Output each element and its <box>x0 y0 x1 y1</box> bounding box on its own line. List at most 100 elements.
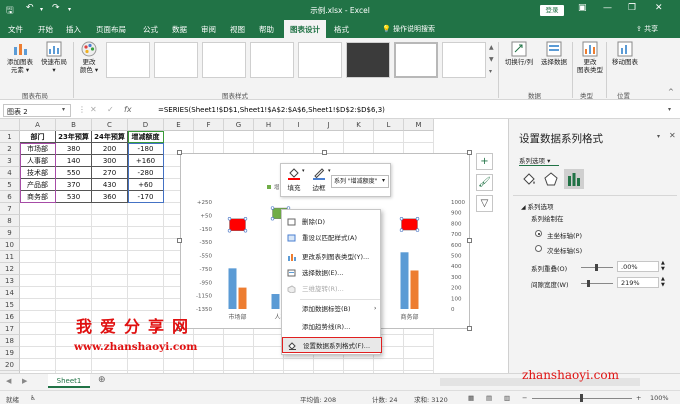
row-header[interactable]: 5 <box>0 179 20 191</box>
minimize-icon[interactable]: — <box>603 3 612 13</box>
gallery-scroll-down-icon[interactable]: ▼ <box>489 56 494 63</box>
insert-function-icon[interactable]: fx <box>124 105 132 114</box>
menu-item-format-data-series[interactable]: 设置数据系列格式(F)... <box>282 337 382 353</box>
column-header[interactable]: J <box>314 119 344 131</box>
chart-resize-handle[interactable] <box>177 238 182 243</box>
grid-cell[interactable] <box>128 239 164 251</box>
table-cell[interactable]: 270 <box>92 167 128 179</box>
menu-item-add-data-labels[interactable]: 添加数据标签(B) › <box>282 301 382 317</box>
gap-spin-down-icon[interactable]: ▼ <box>661 282 665 288</box>
add-chart-element-button[interactable]: 添加图表 元素 ▾ <box>3 41 37 74</box>
formula-input[interactable] <box>158 106 658 114</box>
left-axis-tick-label[interactable]: -150 <box>200 227 213 233</box>
share-button[interactable]: ⇪ 共享 <box>636 24 658 34</box>
left-axis-tick-label[interactable]: +250 <box>197 200 213 206</box>
customize-toolbar-icon[interactable]: ▾ <box>68 6 71 13</box>
row-header[interactable]: 12 <box>0 263 20 275</box>
chart-style-7[interactable] <box>394 42 438 78</box>
grid-cell[interactable] <box>404 347 434 359</box>
category-label[interactable]: 商务部 <box>400 313 418 321</box>
table-cell[interactable]: 360 <box>92 191 128 203</box>
series-overlap-input[interactable]: .00% <box>617 261 659 272</box>
series-selection-handle[interactable] <box>227 229 232 233</box>
grid-cell[interactable] <box>92 263 128 275</box>
bar-24-budget[interactable] <box>410 270 419 309</box>
table-cell[interactable]: -170 <box>128 191 164 203</box>
table-header-cell[interactable]: 增减额度 <box>128 131 164 143</box>
chart-resize-handle[interactable] <box>322 150 327 155</box>
tab-home[interactable]: 开始 <box>38 24 53 35</box>
row-header[interactable]: 13 <box>0 275 20 287</box>
fill-line-icon[interactable] <box>521 171 537 187</box>
tab-file[interactable]: 文件 <box>8 24 23 35</box>
grid-cell[interactable] <box>344 359 374 371</box>
right-axis-tick-label[interactable]: 1000 <box>451 200 465 206</box>
grid-cell[interactable] <box>194 347 224 359</box>
series-selector-arrow-icon[interactable]: ▾ <box>382 177 385 184</box>
tab-data[interactable]: 数据 <box>172 24 187 35</box>
row-header[interactable]: 14 <box>0 287 20 299</box>
grid-cell[interactable] <box>128 299 164 311</box>
close-icon[interactable]: ✕ <box>655 3 663 13</box>
add-sheet-icon[interactable]: ⊕ <box>98 375 106 385</box>
bar-24-budget[interactable] <box>238 287 247 309</box>
chart-style-3[interactable] <box>202 42 246 78</box>
right-axis-tick-label[interactable]: 100 <box>451 296 462 302</box>
column-header[interactable]: D <box>128 119 164 131</box>
name-box[interactable]: 图表 2 <box>3 104 71 117</box>
fill-button[interactable]: 填充 <box>284 166 304 192</box>
grid-cell[interactable] <box>314 359 344 371</box>
gap-width-slider-thumb[interactable] <box>587 280 590 287</box>
row-header[interactable]: 7 <box>0 203 20 215</box>
grid-cell[interactable] <box>254 131 284 143</box>
enter-icon[interactable]: ✓ <box>107 105 114 114</box>
row-header[interactable]: 15 <box>0 299 20 311</box>
gallery-scroll-up-icon[interactable]: ▲ <box>489 44 494 51</box>
series-selection-handle[interactable] <box>415 228 420 232</box>
table-cell[interactable]: 商务部 <box>20 191 56 203</box>
row-header[interactable]: 9 <box>0 227 20 239</box>
grid-cell[interactable] <box>254 347 284 359</box>
cancel-icon[interactable]: ✕ <box>90 105 97 114</box>
select-all-corner[interactable] <box>0 119 20 131</box>
legend-marker[interactable] <box>267 185 271 189</box>
table-cell[interactable]: 200 <box>92 143 128 155</box>
left-axis-tick-label[interactable]: +50 <box>200 213 212 219</box>
grid-cell[interactable] <box>128 287 164 299</box>
chart-styles-button[interactable]: 🖌 <box>476 174 493 191</box>
grid-cell[interactable] <box>164 359 194 371</box>
row-header[interactable]: 10 <box>0 239 20 251</box>
column-header[interactable]: L <box>374 119 404 131</box>
grid-cell[interactable] <box>374 131 404 143</box>
chart-style-2[interactable] <box>154 42 198 78</box>
bar-23-budget[interactable] <box>400 252 409 309</box>
secondary-axis-radio[interactable] <box>535 245 542 252</box>
menu-item-add-trendline[interactable]: 添加趋势线(R)... <box>282 319 382 335</box>
right-axis-tick-label[interactable]: 300 <box>451 275 462 281</box>
grid-cell[interactable] <box>254 335 284 347</box>
series-selection-handle[interactable] <box>399 217 404 221</box>
series-overlap-slider-thumb[interactable] <box>595 264 598 271</box>
grid-cell[interactable] <box>56 215 92 227</box>
menu-item-select-data[interactable]: 选择数据(E)... <box>282 265 382 281</box>
chart-resize-handle[interactable] <box>467 238 472 243</box>
tell-me-search[interactable]: 💡 操作说明搜索 <box>382 24 435 34</box>
table-cell[interactable]: 市场部 <box>20 143 56 155</box>
login-button[interactable]: 登录 <box>540 5 564 16</box>
grid-cell[interactable] <box>56 227 92 239</box>
legend-label[interactable]: 增 <box>274 183 280 191</box>
row-header[interactable]: 16 <box>0 311 20 323</box>
ribbon-display-icon[interactable]: ▣ <box>578 3 587 13</box>
grid-cell[interactable] <box>254 359 284 371</box>
grid-cell[interactable] <box>56 251 92 263</box>
series-selection-handle[interactable] <box>415 217 420 221</box>
left-axis-tick-label[interactable]: -1350 <box>196 307 212 313</box>
table-cell[interactable]: -280 <box>128 167 164 179</box>
chart-style-1[interactable] <box>106 42 150 78</box>
tab-help[interactable]: 帮助 <box>259 24 274 35</box>
right-axis-tick-label[interactable]: 600 <box>451 243 462 249</box>
chart-style-5[interactable] <box>298 42 342 78</box>
table-cell[interactable]: 技术部 <box>20 167 56 179</box>
restore-icon[interactable]: ❐ <box>628 3 636 13</box>
column-header[interactable]: K <box>344 119 374 131</box>
